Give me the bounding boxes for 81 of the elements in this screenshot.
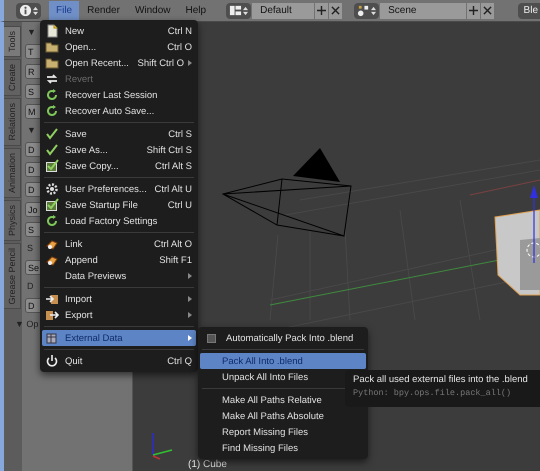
check-icon bbox=[45, 127, 59, 141]
menu-item[interactable]: Append Shift F1 bbox=[42, 252, 196, 268]
menu-item[interactable]: Open... Ctrl O bbox=[42, 39, 196, 55]
folder-icon bbox=[45, 40, 59, 54]
add-icon bbox=[317, 6, 326, 15]
layout-selector-button[interactable] bbox=[226, 2, 252, 18]
menu-item[interactable]: Pack All Into .blend bbox=[200, 353, 366, 369]
shortcut-text: Shift Ctrl O bbox=[138, 58, 184, 68]
shortcut-text: Shift Ctrl S bbox=[146, 144, 192, 156]
menu-item[interactable]: Open Recent... Shift Ctrl O bbox=[42, 55, 196, 71]
close-icon bbox=[331, 6, 340, 15]
menu-title[interactable]: Help bbox=[178, 0, 214, 20]
shortcut-text: Ctrl Alt S bbox=[155, 160, 192, 172]
menu-item[interactable]: Make All Paths Absolute bbox=[200, 408, 366, 424]
menu-item[interactable]: Recover Last Session bbox=[42, 87, 196, 103]
menu-item[interactable]: Find Missing Files bbox=[200, 440, 366, 456]
menu-item[interactable]: Import bbox=[42, 291, 196, 307]
shelf-tab[interactable]: Tools bbox=[4, 26, 21, 58]
arrows-icon bbox=[45, 72, 59, 86]
menu-item[interactable]: Save Ctrl S bbox=[42, 126, 196, 142]
menu-item[interactable]: Link Ctrl Alt O bbox=[42, 236, 196, 252]
add-button[interactable] bbox=[315, 2, 328, 18]
axis-gizmo bbox=[152, 433, 172, 460]
add-icon bbox=[469, 6, 478, 15]
tooltip-text: Pack all used external files into the .blend bbox=[353, 374, 529, 385]
menu-title[interactable]: Window bbox=[128, 0, 178, 20]
scene-selector-button[interactable] bbox=[354, 2, 380, 18]
shortcut-text: Ctrl Q bbox=[167, 356, 192, 366]
check-icon bbox=[45, 143, 59, 157]
folder-icon bbox=[45, 56, 59, 70]
layout-icon bbox=[229, 4, 242, 17]
import-icon bbox=[45, 292, 59, 306]
scene-icon bbox=[357, 4, 370, 17]
x-axis-line bbox=[470, 180, 540, 196]
up-down-arrows-icon bbox=[243, 6, 248, 16]
menu-item[interactable]: Data Previews bbox=[42, 268, 196, 284]
editor-type-button[interactable] bbox=[16, 2, 41, 18]
shortcut-text: Ctrl U bbox=[168, 200, 192, 210]
add-button[interactable] bbox=[467, 2, 480, 18]
scene-name-field[interactable]: Scene bbox=[380, 2, 466, 18]
engine-selector[interactable]: Ble bbox=[518, 2, 540, 18]
panel-label: D bbox=[26, 280, 34, 293]
menu-item[interactable]: Save Copy... Ctrl Alt S bbox=[42, 158, 196, 174]
checked-box-icon bbox=[45, 198, 59, 212]
shortcut-text: Ctrl N bbox=[168, 26, 192, 36]
close-icon bbox=[483, 6, 492, 15]
menu-item[interactable]: Report Missing Files bbox=[200, 424, 366, 440]
up-down-arrows-icon bbox=[33, 6, 38, 16]
shortcut-text: Shift F1 bbox=[159, 254, 192, 266]
checkbox[interactable] bbox=[207, 334, 216, 342]
shortcut-text: Ctrl O bbox=[167, 42, 192, 52]
panel-label: S bbox=[26, 242, 34, 255]
menu-item[interactable]: New Ctrl N bbox=[42, 23, 196, 39]
menu-item[interactable]: External Data bbox=[42, 330, 196, 346]
info-icon bbox=[19, 4, 32, 17]
menu-item[interactable]: Save Startup File Ctrl U bbox=[42, 197, 196, 213]
shortcut-text: Ctrl Alt U bbox=[154, 184, 192, 194]
export-icon bbox=[45, 308, 59, 322]
menu-item[interactable]: Quit Ctrl Q bbox=[42, 353, 196, 369]
recover-icon bbox=[45, 88, 59, 102]
recover-icon bbox=[45, 214, 59, 228]
menu-title[interactable]: Render bbox=[80, 0, 127, 20]
close-button[interactable] bbox=[329, 2, 342, 18]
checked-box-icon bbox=[45, 159, 59, 173]
document-icon bbox=[45, 24, 59, 38]
menu-item[interactable]: Automatically Pack Into .blend bbox=[200, 330, 366, 346]
recover-icon bbox=[45, 104, 59, 118]
menu-item[interactable]: Export bbox=[42, 307, 196, 323]
power-icon bbox=[45, 354, 59, 368]
shortcut-text: Ctrl S bbox=[168, 128, 192, 140]
layout-name-field[interactable]: Default bbox=[252, 2, 314, 18]
menu-item[interactable]: Save As... Shift Ctrl S bbox=[42, 142, 196, 158]
menu-item[interactable]: Load Factory Settings bbox=[42, 213, 196, 229]
up-down-arrows-icon bbox=[371, 6, 376, 16]
python-hint: Python: bpy.ops.file.pack_all() bbox=[353, 388, 512, 398]
close-button[interactable] bbox=[481, 2, 494, 18]
menu-item[interactable]: User Preferences... Ctrl Alt U bbox=[42, 181, 196, 197]
menu-item[interactable]: Recover Auto Save... bbox=[42, 103, 196, 119]
shortcut-text: Ctrl Alt O bbox=[154, 238, 192, 250]
object-label: (1) Cube bbox=[188, 459, 227, 470]
gear-icon bbox=[45, 182, 59, 196]
